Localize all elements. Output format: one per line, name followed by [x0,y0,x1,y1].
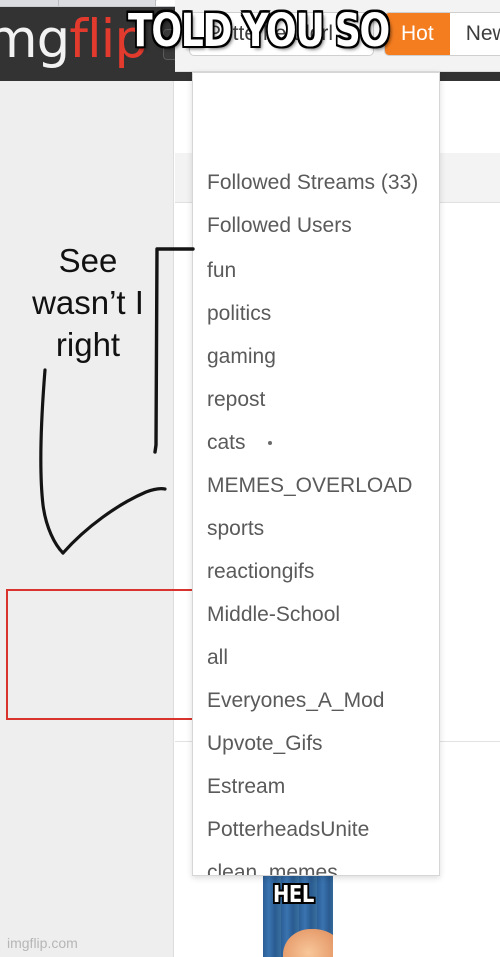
dropdown-item[interactable]: Estream [207,776,285,797]
handwritten-annotation: See wasn’t I right [8,240,168,367]
annotation-line-2: wasn’t I [32,284,144,322]
dropdown-item[interactable]: repost [207,389,265,410]
dropdown-item[interactable]: politics [207,303,271,324]
dropdown-item[interactable]: MEMES_OVERLOAD [207,475,412,496]
meme-screenshot: mgflip te × headgr Y G I HEL [0,0,500,957]
dropdown-item[interactable]: clean_memes [207,862,338,875]
dropdown-item[interactable]: gaming [207,346,276,367]
meme-card-2-figure [283,929,333,957]
left-rail [0,81,174,957]
dropdown-item[interactable]: sports [207,518,264,539]
sort-new-button[interactable]: New [449,13,500,55]
dropdown-item[interactable]: Upvote_Gifs [207,733,323,754]
stream-dropdown-menu[interactable]: Followed Streams (33) Followed Users fun po… [192,72,440,876]
annotation-line-1: See [58,242,118,279]
dropdown-item[interactable]: Followed Users [207,215,352,236]
sort-toggle-group: Hot New [384,12,500,56]
stray-dot-artifact [268,441,272,445]
imgflip-logo[interactable]: mgflip [0,13,148,66]
dropdown-item[interactable]: all [207,647,228,668]
meme-caption-top: TOLD YOU SO [128,3,390,57]
imgflip-watermark: imgflip.com [7,935,78,951]
sort-hot-button[interactable]: Hot [385,13,450,55]
dropdown-item[interactable]: fun [207,260,236,281]
dropdown-item[interactable]: cats [207,432,246,453]
meme-card-2-top-text: HEL [273,882,314,908]
dropdown-item[interactable]: Middle-School [207,604,340,625]
dropdown-item[interactable]: reactiongifs [207,561,314,582]
dropdown-item[interactable]: PotterheadsUnite [207,819,369,840]
highlighted-post-left-edge [6,589,8,720]
dropdown-item[interactable]: Followed Streams (33) [207,172,418,193]
dropdown-item[interactable]: Everyones_A_Mod [207,690,384,711]
logo-text-img: mg [0,9,70,70]
annotation-line-3: right [55,326,121,364]
